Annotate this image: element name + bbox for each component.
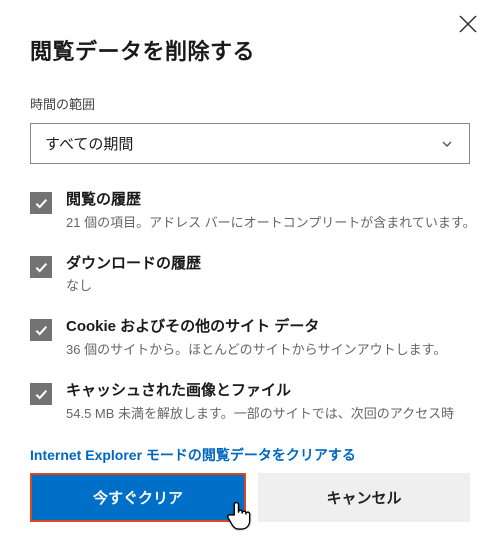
time-range-select[interactable]: すべての期間: [30, 123, 470, 164]
option-title: ダウンロードの履歴: [66, 254, 470, 274]
dialog-title: 閲覧データを削除する: [30, 34, 470, 66]
option-desc: 21 個の項目。アドレス バーにオートコンプリートが含まれています。: [66, 214, 470, 232]
options-list: 閲覧の履歴 21 個の項目。アドレス バーにオートコンプリートが含まれています。…: [30, 190, 470, 423]
time-range-label: 時間の範囲: [30, 94, 470, 113]
checkbox-download-history[interactable]: [30, 256, 52, 278]
chevron-down-icon: [439, 136, 455, 152]
checkbox-cookies[interactable]: [30, 319, 52, 341]
clear-now-button[interactable]: 今すぐクリア: [30, 473, 246, 522]
option-cache: キャッシュされた画像とファイル 54.5 MB 未満を解放します。一部のサイトで…: [30, 381, 470, 423]
option-desc: 36 個のサイトから。ほとんどのサイトからサインアウトします。: [66, 341, 470, 359]
checkbox-browsing-history[interactable]: [30, 192, 52, 214]
option-cookies: Cookie およびその他のサイト データ 36 個のサイトから。ほとんどのサイ…: [30, 317, 470, 359]
option-browsing-history: 閲覧の履歴 21 個の項目。アドレス バーにオートコンプリートが含まれています。: [30, 190, 470, 232]
option-title: 閲覧の履歴: [66, 190, 470, 210]
ie-mode-clear-link[interactable]: Internet Explorer モードの閲覧データをクリアする: [30, 447, 356, 463]
option-download-history: ダウンロードの履歴 なし: [30, 254, 470, 296]
clear-browsing-data-dialog: 閲覧データを削除する 時間の範囲 すべての期間 閲覧の履歴 21 個の項目。アド…: [0, 0, 500, 522]
time-range-value: すべての期間: [45, 133, 133, 154]
cancel-button[interactable]: キャンセル: [258, 473, 470, 522]
close-icon[interactable]: [456, 12, 480, 36]
option-desc: なし: [66, 277, 470, 295]
option-desc: 54.5 MB 未満を解放します。一部のサイトでは、次回のアクセス時: [66, 405, 470, 423]
checkbox-cache[interactable]: [30, 383, 52, 405]
option-title: Cookie およびその他のサイト データ: [66, 317, 470, 337]
dialog-buttons: 今すぐクリア キャンセル: [30, 473, 470, 522]
option-title: キャッシュされた画像とファイル: [66, 381, 470, 401]
